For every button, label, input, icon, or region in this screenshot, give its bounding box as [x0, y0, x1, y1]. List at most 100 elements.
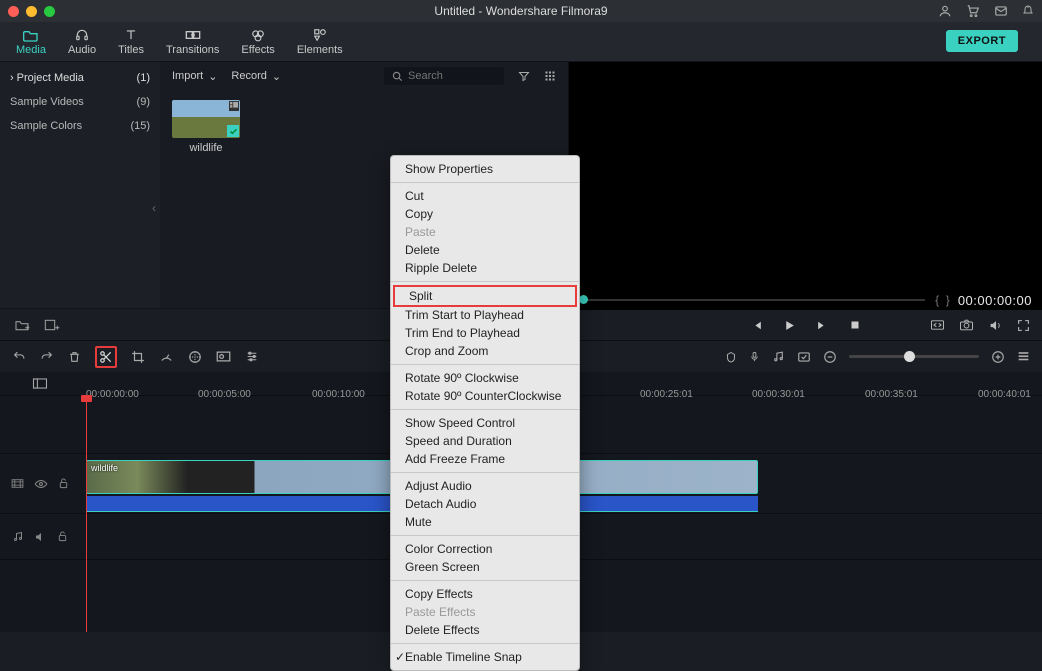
- menu-item-show-properties[interactable]: Show Properties: [391, 160, 579, 178]
- track-lock-icon[interactable]: [58, 477, 69, 490]
- menu-separator: [391, 182, 579, 183]
- undo-button[interactable]: [12, 350, 26, 363]
- preview-timecode: 00:00:00:00: [958, 293, 1032, 308]
- menu-item-ripple-delete[interactable]: Ripple Delete: [391, 259, 579, 277]
- sidebar-item-sample-colors[interactable]: Sample Colors (15): [0, 114, 160, 138]
- quality-icon[interactable]: [930, 319, 945, 331]
- menu-item-color-correction[interactable]: Color Correction: [391, 540, 579, 558]
- track-filmstrip-icon[interactable]: [11, 478, 24, 489]
- zoom-out-icon[interactable]: [823, 350, 837, 364]
- notification-icon[interactable]: [1022, 4, 1034, 18]
- tab-transitions[interactable]: Transitions: [166, 28, 219, 56]
- sidebar-item-sample-videos[interactable]: Sample Videos (9): [0, 90, 160, 114]
- fullscreen-icon[interactable]: [1017, 319, 1030, 332]
- track-music-icon[interactable]: [12, 530, 24, 543]
- track-lock-icon[interactable]: [57, 530, 68, 543]
- message-icon[interactable]: [994, 4, 1008, 18]
- stop-button[interactable]: [849, 319, 861, 331]
- redo-button[interactable]: [40, 350, 54, 363]
- prev-frame-button[interactable]: [750, 319, 763, 332]
- scrub-handle[interactable]: [579, 295, 588, 304]
- menu-item-speed-and-duration[interactable]: Speed and Duration: [391, 432, 579, 450]
- sidebar-count: (1): [137, 72, 150, 84]
- track-mute-icon[interactable]: [34, 531, 47, 543]
- mixer-icon[interactable]: [725, 350, 737, 364]
- menu-item-delete-effects[interactable]: Delete Effects: [391, 621, 579, 639]
- timeline-menu-icon[interactable]: [32, 377, 48, 390]
- menu-item-delete[interactable]: Delete: [391, 241, 579, 259]
- menu-item-adjust-audio[interactable]: Adjust Audio: [391, 477, 579, 495]
- media-thumb-wildlife[interactable]: wildlife: [172, 100, 240, 154]
- tab-label: Titles: [118, 44, 144, 56]
- menu-separator: [391, 580, 579, 581]
- menu-item-show-speed-control[interactable]: Show Speed Control: [391, 414, 579, 432]
- account-icon[interactable]: [938, 4, 952, 18]
- import-dropdown[interactable]: Import⌄: [172, 70, 217, 83]
- minimize-window[interactable]: [26, 6, 37, 17]
- play-button[interactable]: [783, 319, 796, 332]
- preview-scrubber[interactable]: { } 00:00:00:00: [569, 290, 1042, 310]
- menu-item-rotate-90-clockwise[interactable]: Rotate 90º Clockwise: [391, 369, 579, 387]
- zoom-in-icon[interactable]: [991, 350, 1005, 364]
- volume-icon[interactable]: [988, 319, 1003, 332]
- speed-button[interactable]: [159, 350, 174, 364]
- audio-mixer-icon[interactable]: [772, 350, 785, 363]
- chevron-down-icon: ⌄: [272, 70, 281, 83]
- menu-item-trim-end-to-playhead[interactable]: Trim End to Playhead: [391, 324, 579, 342]
- playhead[interactable]: [86, 396, 87, 632]
- sidebar-item-project-media[interactable]: ›Project Media (1): [0, 66, 160, 90]
- cart-icon[interactable]: [966, 4, 980, 18]
- view-options-icon[interactable]: [1017, 350, 1030, 363]
- preview-panel: { } 00:00:00:00: [569, 62, 1042, 340]
- menu-item-copy-effects[interactable]: Copy Effects: [391, 585, 579, 603]
- grid-view-icon[interactable]: [544, 70, 556, 82]
- menu-separator: [391, 409, 579, 410]
- menu-item-mute[interactable]: Mute: [391, 513, 579, 531]
- color-button[interactable]: [188, 350, 202, 364]
- menu-separator: [391, 364, 579, 365]
- marker-icon[interactable]: [797, 351, 811, 363]
- search-box[interactable]: [384, 67, 504, 85]
- menu-item-rotate-90-counterclockwise[interactable]: Rotate 90º CounterClockwise: [391, 387, 579, 405]
- tab-elements[interactable]: Elements: [297, 28, 343, 56]
- green-screen-button[interactable]: [216, 350, 231, 363]
- export-button[interactable]: EXPORT: [946, 30, 1018, 52]
- add-media-icon[interactable]: [44, 318, 60, 332]
- track-visibility-icon[interactable]: [34, 479, 48, 489]
- menu-item-trim-start-to-playhead[interactable]: Trim Start to Playhead: [391, 306, 579, 324]
- media-sidebar: ›Project Media (1) Sample Videos (9) Sam…: [0, 62, 160, 308]
- menu-item-split[interactable]: Split: [393, 285, 577, 307]
- menu-item-green-screen[interactable]: Green Screen: [391, 558, 579, 576]
- filter-icon[interactable]: [518, 70, 530, 82]
- voiceover-icon[interactable]: [749, 349, 760, 364]
- adjust-button[interactable]: [245, 350, 259, 363]
- tab-media[interactable]: Media: [16, 28, 46, 56]
- crop-button[interactable]: [131, 350, 145, 364]
- snapshot-icon[interactable]: [959, 319, 974, 331]
- sidebar-count: (9): [137, 96, 150, 108]
- split-button[interactable]: [95, 346, 117, 368]
- tab-label: Audio: [68, 44, 96, 56]
- menu-item-copy[interactable]: Copy: [391, 205, 579, 223]
- tab-audio[interactable]: Audio: [68, 28, 96, 56]
- search-input[interactable]: [408, 70, 488, 82]
- menu-item-add-freeze-frame[interactable]: Add Freeze Frame: [391, 450, 579, 468]
- zoom-handle[interactable]: [904, 351, 915, 362]
- tab-titles[interactable]: Titles: [118, 28, 144, 56]
- tab-effects[interactable]: Effects: [241, 28, 274, 56]
- maximize-window[interactable]: [44, 6, 55, 17]
- menu-item-cut[interactable]: Cut: [391, 187, 579, 205]
- next-frame-button[interactable]: [816, 319, 829, 332]
- check-icon: [227, 125, 239, 137]
- new-folder-icon[interactable]: [14, 318, 30, 332]
- record-dropdown[interactable]: Record⌄: [231, 70, 281, 83]
- close-window[interactable]: [8, 6, 19, 17]
- menu-item-detach-audio[interactable]: Detach Audio: [391, 495, 579, 513]
- delete-button[interactable]: [68, 350, 81, 364]
- menu-item-crop-and-zoom[interactable]: Crop and Zoom: [391, 342, 579, 360]
- menu-item-enable-timeline-snap[interactable]: Enable Timeline Snap: [391, 648, 579, 666]
- menu-separator: [391, 281, 579, 282]
- thumb-name: wildlife: [189, 142, 222, 154]
- zoom-slider[interactable]: [849, 355, 979, 358]
- sidebar-collapse[interactable]: ‹: [0, 188, 160, 228]
